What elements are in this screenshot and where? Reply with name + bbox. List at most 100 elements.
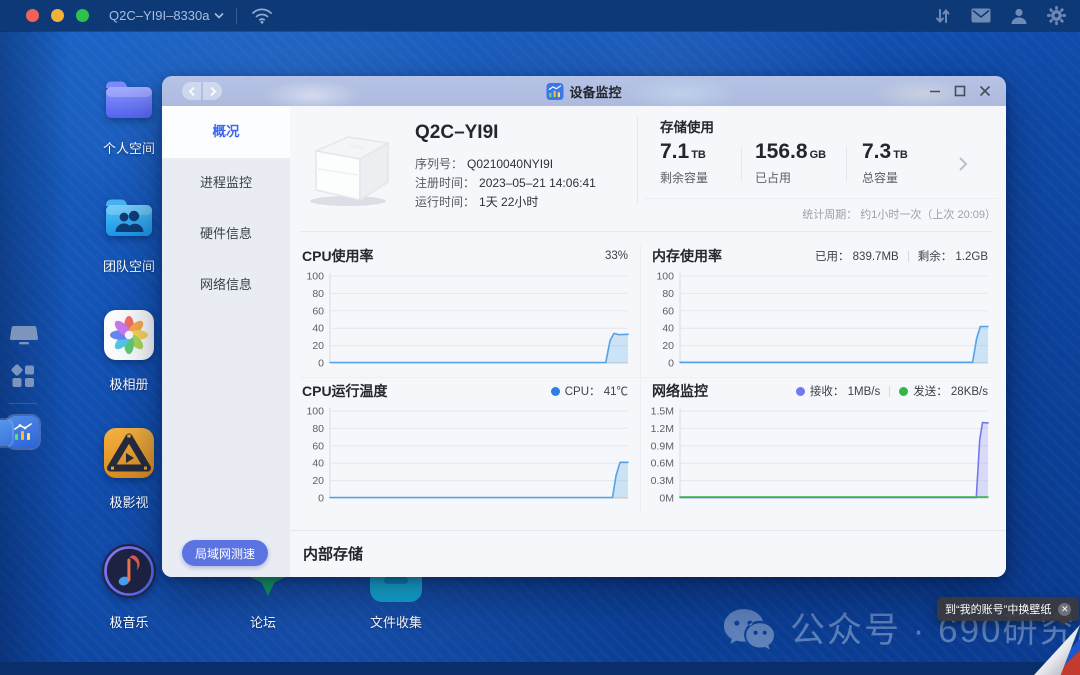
svg-text:20: 20 xyxy=(662,340,674,352)
window-titlebar[interactable]: 设备监控 xyxy=(162,76,1006,106)
menubar-divider xyxy=(236,7,238,24)
wallpaper-corner-curl[interactable] xyxy=(1034,625,1080,675)
chart-title: CPU使用率 xyxy=(302,248,374,264)
nav-item-process-monitor[interactable]: 进程监控 xyxy=(162,170,290,196)
svg-text:40: 40 xyxy=(662,323,674,335)
mail-icon[interactable] xyxy=(971,8,991,23)
divider xyxy=(300,377,992,378)
storage-stat-total: 7.3 TB 总容量 xyxy=(862,140,908,185)
desktop-icon-team-space[interactable] xyxy=(101,194,157,247)
chart-memory-usage: 内存使用率 已用： 839.7MB 剩余： 1.2GB 100 80 60 40 20 0 xyxy=(650,245,992,377)
app-grid-icon[interactable] xyxy=(10,363,36,394)
desktop-icon-label: 个人空间 xyxy=(102,141,155,156)
bottom-strip xyxy=(0,662,1080,675)
svg-text:20: 20 xyxy=(312,340,324,352)
svg-text:1.2M: 1.2M xyxy=(651,423,674,435)
chevron-left-icon xyxy=(188,86,195,96)
desktop-icon-video[interactable] xyxy=(103,427,155,484)
device-photo xyxy=(304,125,396,214)
nav-item-overview[interactable]: 概况 xyxy=(162,106,290,158)
desktop-icon-label: 极音乐 xyxy=(109,615,149,630)
svg-text:60: 60 xyxy=(312,440,324,452)
sidenav: 概况 进程监控 硬件信息 网络信息 局域网测速 xyxy=(162,106,290,577)
svg-text:0: 0 xyxy=(318,358,324,370)
chart-network-monitor: 网络监控 接收： 1MB/s 发送： 28KB/s 1.5M 1.2M 0.9M 0.6M… xyxy=(650,380,992,512)
svg-text:40: 40 xyxy=(312,458,324,470)
svg-text:40: 40 xyxy=(312,323,324,335)
svg-text:60: 60 xyxy=(662,305,674,317)
display-icon[interactable] xyxy=(9,323,39,353)
stats-cycle-note: 统计周期： 约1小时一次（上次 20:09） xyxy=(802,209,996,221)
storage-stat-free: 7.1 TB 剩余容量 xyxy=(660,140,709,185)
chart-title: 网络监控 xyxy=(652,383,708,399)
chart-legend: 已用： 839.7MB 剩余： 1.2GB xyxy=(814,250,988,263)
chart-plot: 100 80 60 40 20 0 xyxy=(300,269,632,377)
close-traffic-light[interactable] xyxy=(26,9,39,22)
device-name-menu[interactable]: Q2C–YI9I–8330a xyxy=(109,8,225,23)
partial-app-icon[interactable] xyxy=(0,420,12,446)
device-monitor-icon xyxy=(546,82,564,100)
photos-app-icon xyxy=(104,310,154,360)
wallpaper-toast: 到“我的账号”中换壁纸 ✕ xyxy=(937,597,1080,621)
device-monitor-window: 设备监控 概况 进程监控 硬件信息 网络信息 局域网测速 Q2C–YI9I 序列… xyxy=(162,76,1006,577)
chevron-right-icon xyxy=(209,86,216,96)
storage-stat-used: 156.8 GB 已占用 xyxy=(755,140,827,185)
window-title-text: 设备监控 xyxy=(569,84,622,100)
svg-text:1.5M: 1.5M xyxy=(651,406,674,418)
desktop-icon-label: 极影视 xyxy=(109,495,149,510)
fullscreen-traffic-light[interactable] xyxy=(76,9,89,22)
transfer-icon[interactable] xyxy=(934,7,952,25)
desktop-icon-photos[interactable] xyxy=(103,309,155,366)
chart-plot: 1.5M 1.2M 0.9M 0.6M 0.3M 0M xyxy=(650,404,992,512)
divider xyxy=(741,146,742,182)
desktop-icon-label: 文件收集 xyxy=(369,615,422,630)
device-uptime-row: 运行时间： 1天 22小时 xyxy=(415,195,539,209)
lan-speed-test-button[interactable]: 局域网测速 xyxy=(182,540,268,566)
svg-text:80: 80 xyxy=(662,288,674,300)
nav-item-hardware-info[interactable]: 硬件信息 xyxy=(162,221,290,247)
chevron-down-icon xyxy=(214,12,225,19)
device-registered-row: 注册时间： 2023–05–21 14:06:41 xyxy=(415,176,596,190)
overview-content: Q2C–YI9I 序列号： Q0210040NYI9I 注册时间： 2023–05–… xyxy=(290,106,1006,577)
divider xyxy=(290,530,1006,531)
dock xyxy=(0,31,46,662)
desktop: Q2C–YI9I–8330a 个人空间 团队空间 极相册 极影视 极音乐 论坛 … xyxy=(0,0,1080,675)
chart-legend: 接收： 1MB/s 发送： 28KB/s xyxy=(795,383,988,399)
svg-text:20: 20 xyxy=(312,475,324,487)
chart-plot: 100 80 60 40 20 0 xyxy=(300,404,632,512)
maximize-icon[interactable] xyxy=(954,85,966,97)
wifi-icon[interactable] xyxy=(251,7,273,24)
wechat-icon xyxy=(723,609,775,650)
toast-close-icon[interactable]: ✕ xyxy=(1058,602,1072,616)
settings-gear-icon[interactable] xyxy=(1047,6,1066,25)
desktop-icon-music[interactable] xyxy=(100,542,158,605)
dock-separator xyxy=(9,403,37,404)
svg-text:100: 100 xyxy=(306,406,324,418)
divider xyxy=(637,116,638,204)
window-controls xyxy=(929,85,991,97)
svg-text:0M: 0M xyxy=(659,493,674,505)
minimize-traffic-light[interactable] xyxy=(51,9,64,22)
svg-text:0.6M: 0.6M xyxy=(651,458,674,470)
svg-text:0: 0 xyxy=(318,493,324,505)
nav-item-network-info[interactable]: 网络信息 xyxy=(162,272,290,298)
music-app-icon xyxy=(102,544,156,598)
forward-button[interactable] xyxy=(203,82,222,100)
device-name-label: Q2C–YI9I–8330a xyxy=(109,8,210,23)
minimize-icon[interactable] xyxy=(929,85,941,97)
device-name: Q2C–YI9I xyxy=(415,122,499,143)
back-button[interactable] xyxy=(182,82,201,100)
close-icon[interactable] xyxy=(979,85,991,97)
window-title: 设备监控 xyxy=(546,82,622,101)
storage-detail-chevron-icon[interactable] xyxy=(958,156,968,177)
svg-text:60: 60 xyxy=(312,305,324,317)
chart-legend: 33% xyxy=(604,250,628,262)
desktop-icon-personal-space[interactable] xyxy=(101,76,157,129)
divider xyxy=(645,198,998,199)
window-body: 概况 进程监控 硬件信息 网络信息 局域网测速 Q2C–YI9I 序列号： Q0… xyxy=(162,106,1006,577)
user-icon[interactable] xyxy=(1010,7,1028,25)
menubar-right-icons xyxy=(934,6,1066,25)
chart-plot: 100 80 60 40 20 0 xyxy=(650,269,992,377)
divider xyxy=(640,245,641,513)
svg-text:80: 80 xyxy=(312,288,324,300)
